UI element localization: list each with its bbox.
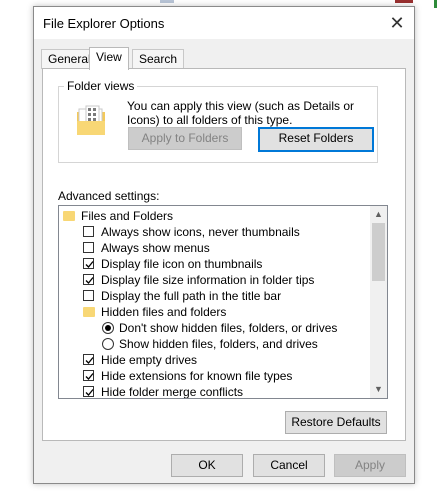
advanced-settings-label: Advanced settings: — [58, 189, 160, 203]
tree-item-label: Display the full path in the title bar — [101, 289, 282, 303]
scroll-down-icon[interactable]: ▼ — [370, 381, 387, 398]
checkbox-hide-empty-drives[interactable] — [83, 354, 94, 365]
advanced-settings-tree[interactable]: Files and Folders Always show icons, nev… — [58, 205, 388, 399]
checkbox-display-file-size[interactable] — [83, 274, 94, 285]
tree-item-label: Hide empty drives — [101, 353, 198, 367]
folder-views-icon — [77, 104, 107, 139]
scrollbar-thumb[interactable] — [372, 223, 385, 281]
checkbox-always-show-menus[interactable] — [83, 242, 94, 253]
close-icon[interactable]: ✕ — [384, 10, 410, 36]
checkbox-display-file-icon[interactable] — [83, 258, 94, 269]
folder-icon — [83, 307, 95, 317]
desktop-fragment-left — [160, 0, 174, 3]
tab-search[interactable]: Search — [132, 49, 185, 69]
desktop-fragment-right — [395, 0, 413, 3]
checkbox-hide-merge-conflicts[interactable] — [83, 386, 94, 397]
radio-dont-show-hidden[interactable] — [102, 322, 114, 334]
window-title: File Explorer Options — [43, 16, 165, 31]
folder-icon — [63, 211, 75, 221]
tree-item-label: Don't show hidden files, folders, or dri… — [119, 321, 338, 335]
radio-show-hidden[interactable] — [102, 338, 114, 350]
restore-defaults-button[interactable]: Restore Defaults — [285, 411, 387, 434]
tree-item-label: Always show menus — [101, 241, 210, 255]
tree-item-label: Display file icon on thumbnails — [101, 257, 263, 271]
vertical-scrollbar[interactable]: ▲ ▼ — [370, 206, 387, 398]
checkbox-hide-extensions[interactable] — [83, 370, 94, 381]
tree-item-label: Hide extensions for known file types — [101, 369, 293, 383]
checkbox-display-full-path[interactable] — [83, 290, 94, 301]
folder-views-label: Folder views — [64, 79, 138, 93]
apply-to-folders-button[interactable]: Apply to Folders — [128, 127, 242, 150]
scroll-up-icon[interactable]: ▲ — [370, 206, 387, 223]
tree-item-label: Files and Folders — [81, 209, 174, 223]
reset-folders-button[interactable]: Reset Folders — [258, 127, 374, 152]
apply-button[interactable]: Apply — [334, 454, 406, 477]
file-explorer-options-dialog: File Explorer Options ✕ General View Sea… — [33, 6, 415, 484]
title-bar: File Explorer Options ✕ — [34, 7, 414, 39]
tab-view[interactable]: View — [89, 47, 129, 70]
cancel-button[interactable]: Cancel — [253, 454, 325, 477]
ok-button[interactable]: OK — [171, 454, 243, 477]
tree-item-label: Display file size information in folder … — [101, 273, 315, 287]
tree-item-label: Show hidden files, folders, and drives — [119, 337, 318, 351]
checkbox-always-show-icons[interactable] — [83, 226, 94, 237]
tree-item-label: Hide folder merge conflicts — [101, 385, 244, 399]
tree-item-label: Hidden files and folders — [101, 305, 227, 319]
tree-item-label: Always show icons, never thumbnails — [101, 225, 300, 239]
desktop-fragment-edge — [434, 0, 437, 8]
folder-views-description: You can apply this view (such as Details… — [127, 99, 355, 127]
